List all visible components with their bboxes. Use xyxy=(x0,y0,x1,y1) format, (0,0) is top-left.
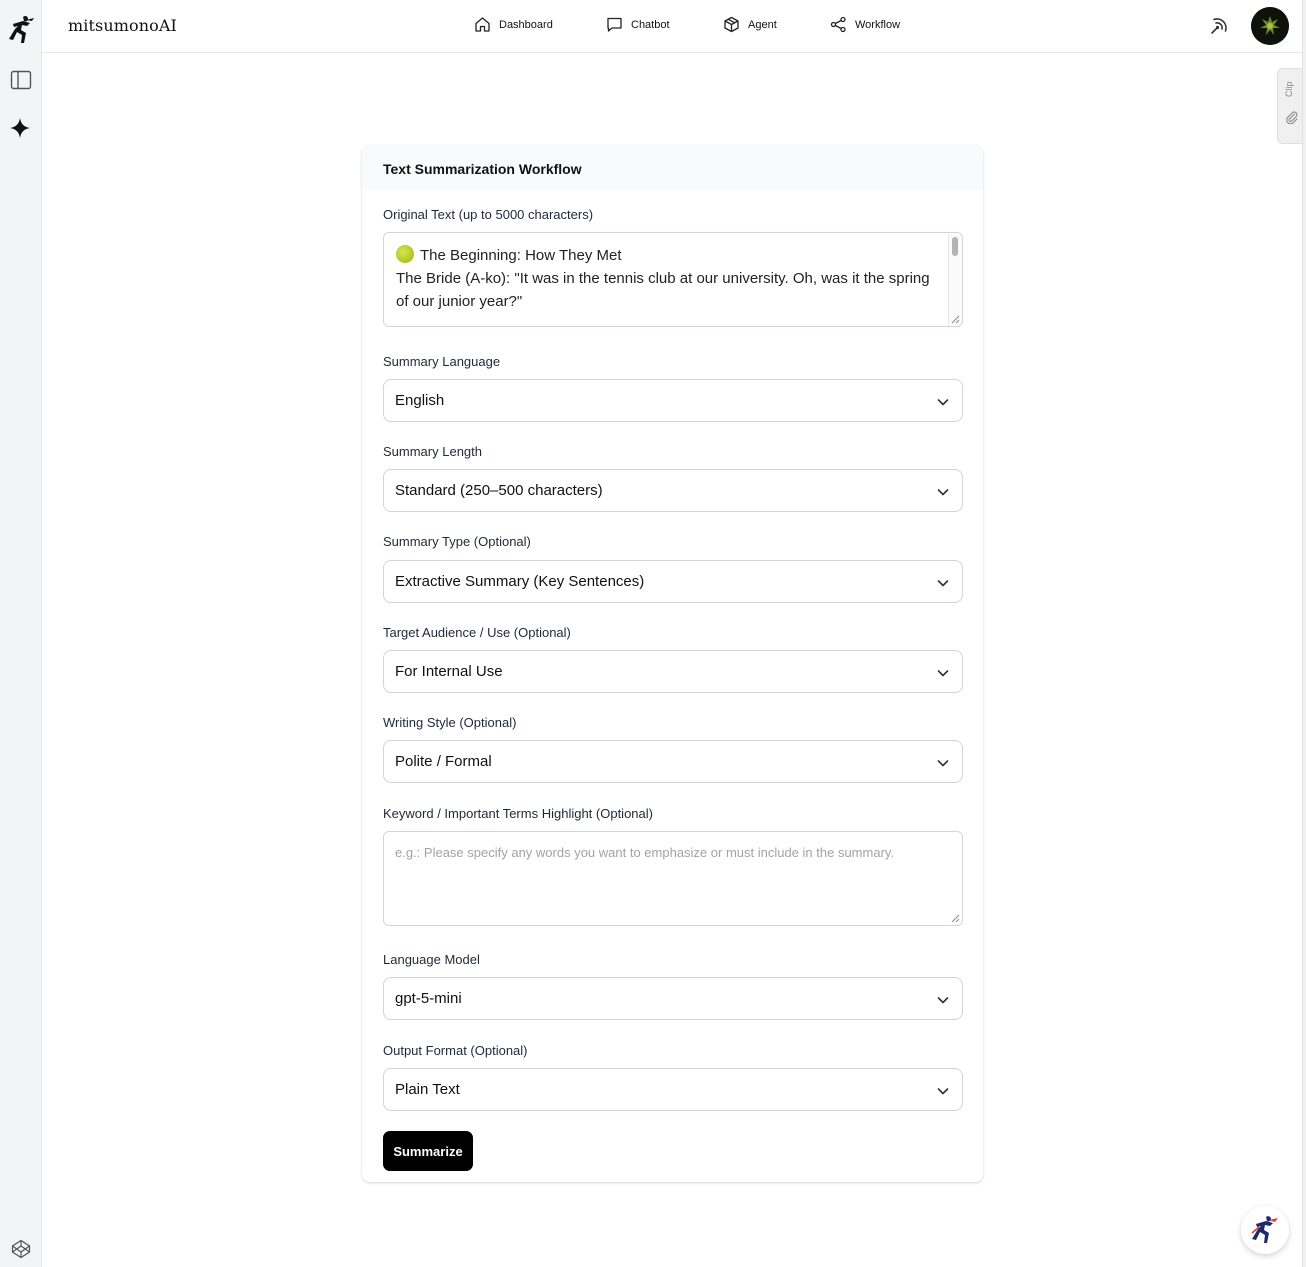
cube-icon xyxy=(724,16,739,33)
summary-type-select[interactable]: Extractive Summary (Key Sentences) xyxy=(383,560,963,603)
user-avatar[interactable] xyxy=(1251,7,1289,45)
nav-label: Dashboard xyxy=(499,18,553,31)
tennis-ball-icon xyxy=(396,245,414,263)
scrollbar-thumb[interactable] xyxy=(952,237,958,256)
nav-workflow[interactable]: Workflow xyxy=(830,16,900,33)
selected-value: English xyxy=(395,392,445,409)
chevron-down-icon xyxy=(937,580,949,587)
nav-chatbot[interactable]: Chatbot xyxy=(606,16,670,33)
avatar-image-icon xyxy=(1251,7,1289,45)
original-text-line-2: The Bride (A-ko): "It was in the tennis … xyxy=(396,270,934,310)
resize-handle-icon[interactable] xyxy=(951,315,960,324)
original-text-line-1: The Beginning: How They Met xyxy=(420,247,622,264)
running-ninja-logo-icon[interactable] xyxy=(7,14,35,46)
assistant-fab[interactable] xyxy=(1241,1206,1289,1254)
summarization-form-card: Text Summarization Workflow Original Tex… xyxy=(362,145,983,1182)
output-format-label: Output Format (Optional) xyxy=(383,1043,528,1058)
card-header: Text Summarization Workflow xyxy=(362,145,983,190)
selected-value: For Internal Use xyxy=(395,663,503,680)
summary-language-label: Summary Language xyxy=(383,354,501,369)
chevron-down-icon xyxy=(937,1088,949,1095)
language-model-select[interactable]: gpt-5-mini xyxy=(383,977,963,1020)
selected-value: Standard (250–500 characters) xyxy=(395,482,603,499)
sparkle-icon[interactable] xyxy=(9,117,31,139)
keywords-placeholder: e.g.: Please specify any words you want … xyxy=(395,845,895,860)
paperclip-icon xyxy=(1286,111,1298,124)
summary-language-select[interactable]: English xyxy=(383,379,963,422)
writing-style-label: Writing Style (Optional) xyxy=(383,715,517,730)
chevron-down-icon xyxy=(937,670,949,677)
left-rail xyxy=(0,0,42,1267)
page-scrollbar[interactable] xyxy=(1302,0,1306,1267)
chevron-down-icon xyxy=(937,489,949,496)
selected-value: gpt-5-mini xyxy=(395,990,462,1007)
chat-icon xyxy=(607,17,622,32)
summary-type-label: Summary Type (Optional) xyxy=(383,534,531,549)
clip-tab-label: Clip xyxy=(1284,81,1294,97)
resize-handle-icon[interactable] xyxy=(951,914,960,923)
share-icon xyxy=(830,16,846,33)
summarize-button[interactable]: Summarize xyxy=(383,1131,473,1171)
codepen-icon[interactable] xyxy=(11,1239,31,1259)
selected-value: Polite / Formal xyxy=(395,753,492,770)
summary-length-select[interactable]: Standard (250–500 characters) xyxy=(383,469,963,512)
nav-agent[interactable]: Agent xyxy=(723,16,777,33)
selected-value: Plain Text xyxy=(395,1081,460,1098)
chevron-down-icon xyxy=(937,997,949,1004)
selected-value: Extractive Summary (Key Sentences) xyxy=(395,573,645,590)
keywords-label: Keyword / Important Terms Highlight (Opt… xyxy=(383,806,653,821)
broadcast-icon[interactable] xyxy=(1208,15,1230,37)
nav-label: Chatbot xyxy=(631,18,670,31)
nav-label: Agent xyxy=(748,18,777,31)
writing-style-select[interactable]: Polite / Formal xyxy=(383,740,963,783)
language-model-label: Language Model xyxy=(383,952,480,967)
home-icon xyxy=(475,17,490,32)
nav-dashboard[interactable]: Dashboard xyxy=(474,16,553,33)
nav-label: Workflow xyxy=(855,18,901,31)
top-header: mitsumonoAI Dashboard Chatbot Agent Work… xyxy=(42,0,1306,53)
running-ninja-mascot-icon xyxy=(1251,1216,1278,1243)
summary-length-label: Summary Length xyxy=(383,444,482,459)
original-text-label: Original Text (up to 5000 characters) xyxy=(383,207,594,222)
textarea-scrollbar[interactable] xyxy=(948,234,961,326)
page-title: Text Summarization Workflow xyxy=(383,161,582,177)
original-text-content: The Beginning: How They Met The Bride (A… xyxy=(396,244,936,313)
original-text-textarea[interactable]: The Beginning: How They Met The Bride (A… xyxy=(383,232,963,327)
keywords-textarea[interactable]: e.g.: Please specify any words you want … xyxy=(383,831,963,926)
brand-name[interactable]: mitsumonoAI xyxy=(68,16,177,35)
chevron-down-icon xyxy=(937,399,949,406)
chevron-down-icon xyxy=(937,760,949,767)
sidebar-toggle-icon[interactable] xyxy=(10,70,32,90)
target-audience-select[interactable]: For Internal Use xyxy=(383,650,963,693)
target-audience-label: Target Audience / Use (Optional) xyxy=(383,625,571,640)
output-format-select[interactable]: Plain Text xyxy=(383,1068,963,1111)
